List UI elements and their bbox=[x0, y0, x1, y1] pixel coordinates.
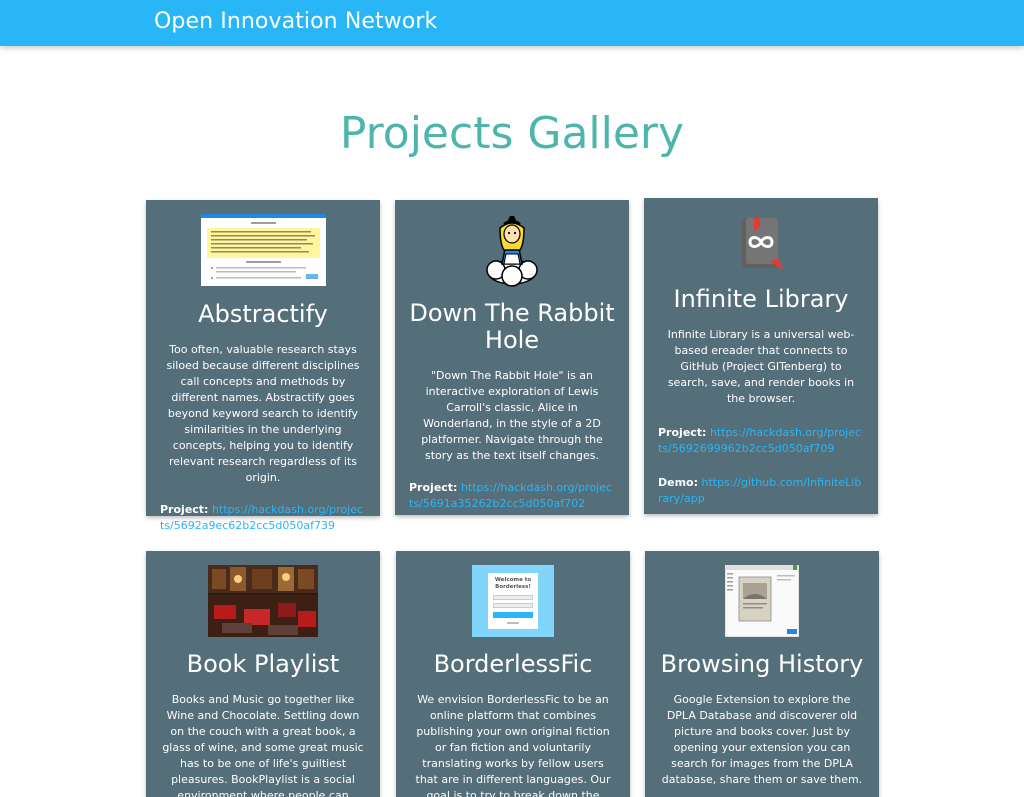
project-card-abstractify[interactable]: Abstractify Too often, valuable research… bbox=[146, 200, 380, 532]
demo-link-row: Demo: https://github.com/InfiniteLibrary… bbox=[658, 475, 864, 507]
browser-screenshot-thumbnail[interactable] bbox=[725, 565, 799, 637]
project-link-row: Project: https://hackdash.org/projects/5… bbox=[160, 502, 366, 534]
project-description: We envision BorderlessFic to be an onlin… bbox=[415, 693, 611, 797]
project-card-down-the-rabbit-hole[interactable]: Down The Rabbit Hole "Down The Rabbit Ho… bbox=[395, 200, 629, 515]
top-navbar: Open Innovation Network bbox=[0, 0, 1024, 46]
demo-label: Demo: bbox=[658, 476, 699, 489]
project-link-row: Project: https://hackdash.org/projects/5… bbox=[409, 480, 615, 512]
brand-link[interactable]: Open Innovation Network bbox=[154, 9, 437, 34]
login-screen-thumbnail[interactable]: Welcome to Borderless! bbox=[472, 565, 554, 637]
project-label: Project: bbox=[658, 426, 707, 439]
project-description: "Down The Rabbit Hole" is an interactive… bbox=[421, 369, 603, 462]
project-label: Project: bbox=[409, 481, 458, 494]
project-label: Project: bbox=[160, 503, 209, 516]
project-title: Abstractify bbox=[198, 300, 328, 328]
project-title: BorderlessFic bbox=[433, 650, 593, 678]
infinity-book-icon[interactable] bbox=[730, 212, 792, 274]
project-card-infinite-library[interactable]: Infinite Library Infinite Library is a u… bbox=[644, 198, 878, 514]
library-photo[interactable] bbox=[208, 565, 318, 637]
project-description: Google Extension to explore the DPLA Dat… bbox=[661, 693, 863, 786]
page-title: Projects Gallery bbox=[339, 108, 685, 159]
project-card-borderlessfic[interactable]: Welcome to Borderless! BorderlessFic We … bbox=[396, 551, 630, 797]
thumbnail-caption: Welcome to Borderless! bbox=[494, 577, 532, 590]
project-description: Infinite Library is a universal web-base… bbox=[667, 328, 855, 405]
screenshot-thumbnail[interactable] bbox=[200, 214, 326, 286]
project-title: Down The Rabbit Hole bbox=[409, 299, 615, 354]
project-link-row: Project: https://hackdash.org/projects/5… bbox=[658, 425, 864, 457]
project-title: Infinite Library bbox=[673, 285, 849, 313]
alice-icon[interactable] bbox=[484, 214, 540, 288]
project-card-book-playlist[interactable]: Book Playlist Books and Music go togethe… bbox=[146, 551, 380, 797]
project-title: Browsing History bbox=[660, 650, 864, 678]
project-title: Book Playlist bbox=[186, 650, 340, 678]
project-card-browsing-history[interactable]: Browsing History Google Extension to exp… bbox=[645, 551, 879, 797]
project-description: Books and Music go together like Wine an… bbox=[162, 693, 364, 797]
project-description: Too often, valuable research stays siloe… bbox=[166, 343, 360, 484]
